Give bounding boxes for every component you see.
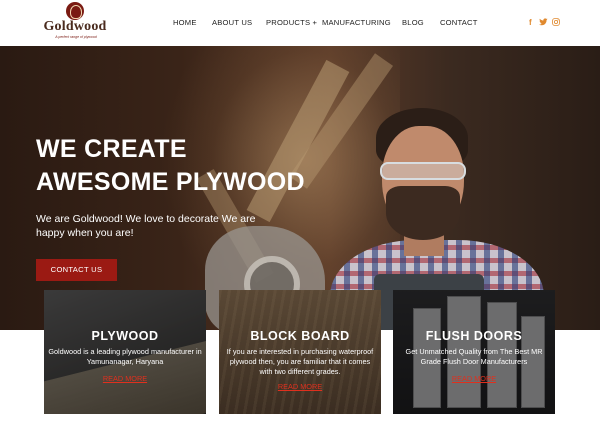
card-description: If you are interested in purchasing wate… xyxy=(226,347,374,376)
nav-home[interactable]: HOME xyxy=(173,18,197,27)
card-title: FLUSH DOORS xyxy=(425,329,523,343)
product-card-plywood[interactable]: PLYWOOD Goldwood is a leading plywood ma… xyxy=(44,290,206,414)
instagram-icon[interactable] xyxy=(552,18,560,28)
nav-blog[interactable]: BLOG xyxy=(402,18,424,27)
hero-headline: WE CREATE AWESOME PLYWOOD xyxy=(36,133,305,199)
hero-headline-line1: WE CREATE xyxy=(36,135,187,163)
twitter-icon[interactable] xyxy=(539,18,548,28)
nav-products[interactable]: PRODUCTS + xyxy=(266,18,317,27)
facebook-icon[interactable]: f xyxy=(529,18,532,27)
twitter-bird-icon xyxy=(539,18,548,26)
safety-glasses xyxy=(380,162,466,180)
read-more-link[interactable]: READ MORE xyxy=(393,374,555,383)
product-card-block-board[interactable]: BLOCK BOARD If you are interested in pur… xyxy=(219,290,381,414)
read-more-link[interactable]: READ MORE xyxy=(44,374,206,383)
card-description: Goldwood is a leading plywood manufactur… xyxy=(48,347,202,366)
product-card-flush-doors[interactable]: FLUSH DOORS Get Unmatched Quality from T… xyxy=(393,290,555,414)
logo-emblem-icon xyxy=(66,2,84,20)
logo-tagline: A perfect range of plywood xyxy=(55,35,97,39)
nav-about-us[interactable]: ABOUT US xyxy=(212,18,252,27)
card-title: PLYWOOD xyxy=(91,329,159,343)
instagram-glyph-icon xyxy=(552,18,560,26)
read-more-link[interactable]: READ MORE xyxy=(219,382,381,391)
nav-contact[interactable]: CONTACT xyxy=(440,18,478,27)
logo-wordmark: Goldwood xyxy=(43,19,107,34)
contact-us-button[interactable]: CONTACT US xyxy=(36,259,117,281)
hero-headline-line2: AWESOME PLYWOOD xyxy=(36,168,305,196)
goldwood-logo[interactable]: Goldwood A perfect range of plywood xyxy=(40,2,110,42)
card-title: BLOCK BOARD xyxy=(250,329,350,343)
worker-beard xyxy=(386,186,460,240)
hero-description: We are Goldwood! We love to decorate We … xyxy=(36,213,256,239)
card-description: Get Unmatched Quality from The Best MR G… xyxy=(405,347,543,366)
nav-manufacturing[interactable]: MANUFACTURING xyxy=(322,18,391,27)
site-header: Goldwood A perfect range of plywood HOME… xyxy=(0,0,600,46)
